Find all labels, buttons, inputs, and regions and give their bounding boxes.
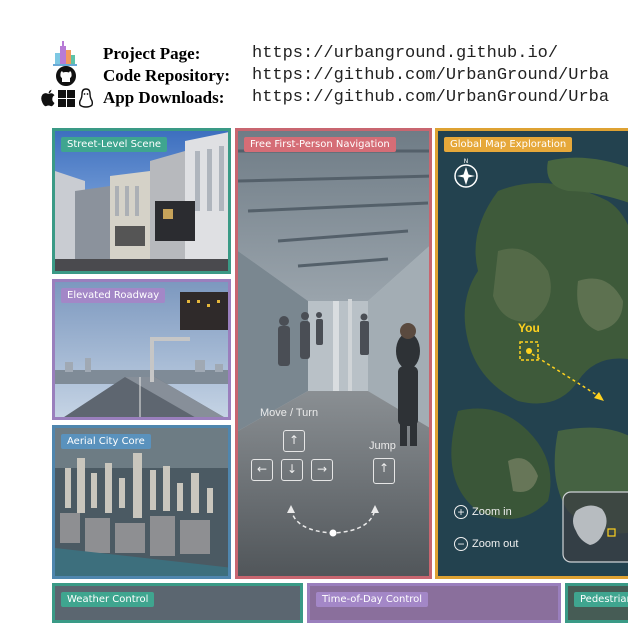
pedestrian-label: Pedestrian (574, 592, 628, 607)
jump-label: Jump (369, 440, 396, 452)
app-downloads-label: App Downloads: (103, 88, 225, 107)
turn-arc-icon (287, 505, 379, 537)
arrow-left-icon: ← (256, 462, 268, 476)
windows-icon (58, 90, 75, 107)
zoom-out-icon: − (454, 537, 468, 551)
app-downloads-row: App Downloads: https://github.com/UrbanG… (0, 88, 628, 110)
zoom-in-label: Zoom in (472, 505, 512, 518)
platform-icons (38, 88, 96, 110)
arrow-up-icon: ↑ (288, 433, 300, 447)
code-repository-label: Code Repository: (103, 66, 231, 85)
code-repository-row: Code Repository: https://github.com/Urba… (0, 66, 628, 88)
street-level-label: Street-Level Scene (61, 137, 168, 152)
aerial-city-panel[interactable]: Aerial City Core (52, 425, 231, 579)
arrow-down-icon: ↓ (286, 462, 298, 476)
map-label: Global Map Exploration (444, 137, 573, 152)
pedestrian-panel[interactable]: Pedestrian (565, 583, 628, 623)
zoom-out-label: Zoom out (472, 537, 519, 550)
zoom-in-control[interactable]: + Zoom in (454, 505, 512, 519)
city-logo-icon (53, 41, 77, 66)
minimap[interactable] (562, 491, 628, 563)
project-page-row: Project Page: https://urbanground.github… (0, 41, 628, 66)
street-level-image (55, 131, 228, 271)
street-level-panel[interactable]: Street-Level Scene (52, 128, 231, 274)
map-panel[interactable]: Global Map Exploration N You + Zoom in − Z… (435, 128, 628, 579)
github-icon (56, 66, 76, 86)
app-downloads-url[interactable]: https://github.com/UrbanGround/Urba (252, 88, 609, 108)
weather-control-panel[interactable]: Weather Control (52, 583, 303, 623)
aerial-city-label: Aerial City Core (61, 434, 151, 449)
time-of-day-label: Time-of-Day Control (316, 592, 429, 607)
aerial-city-image (55, 428, 228, 576)
you-marker-label: You (518, 321, 540, 335)
repo-icons (38, 66, 96, 88)
linux-icon (78, 88, 94, 108)
navigation-panel[interactable]: Free First-Person Navigation Move / Turn… (235, 128, 432, 579)
time-of-day-panel[interactable]: Time-of-Day Control (307, 583, 561, 623)
project-page-url[interactable]: https://urbanground.github.io/ (252, 44, 558, 64)
arrow-right-icon: → (316, 462, 328, 476)
jump-arrow-icon: ↑ (378, 461, 390, 475)
arrow-up-key[interactable]: ↑ (283, 430, 305, 452)
svg-text:N: N (464, 158, 469, 165)
navigation-label: Free First-Person Navigation (244, 137, 396, 152)
you-location-marker[interactable] (518, 339, 608, 409)
zoom-in-icon: + (454, 505, 468, 519)
project-page-label: Project Page: (103, 44, 201, 63)
elevated-roadway-panel[interactable]: Elevated Roadway (52, 279, 231, 420)
zoom-out-control[interactable]: − Zoom out (454, 537, 518, 551)
jump-key[interactable]: ↑ (373, 458, 395, 484)
arrow-left-key[interactable]: ← (251, 459, 273, 481)
arrow-right-key[interactable]: → (311, 459, 333, 481)
move-turn-label: Move / Turn (260, 407, 319, 419)
arrow-down-key[interactable]: ↓ (281, 459, 303, 481)
elevated-roadway-label: Elevated Roadway (61, 288, 166, 303)
weather-control-label: Weather Control (61, 592, 155, 607)
apple-icon (41, 89, 55, 107)
compass-icon[interactable]: N (451, 157, 481, 191)
code-repository-url[interactable]: https://github.com/UrbanGround/Urba (252, 66, 609, 86)
project-icons (38, 41, 96, 66)
header-links: Project Page: https://urbanground.github… (0, 0, 628, 120)
